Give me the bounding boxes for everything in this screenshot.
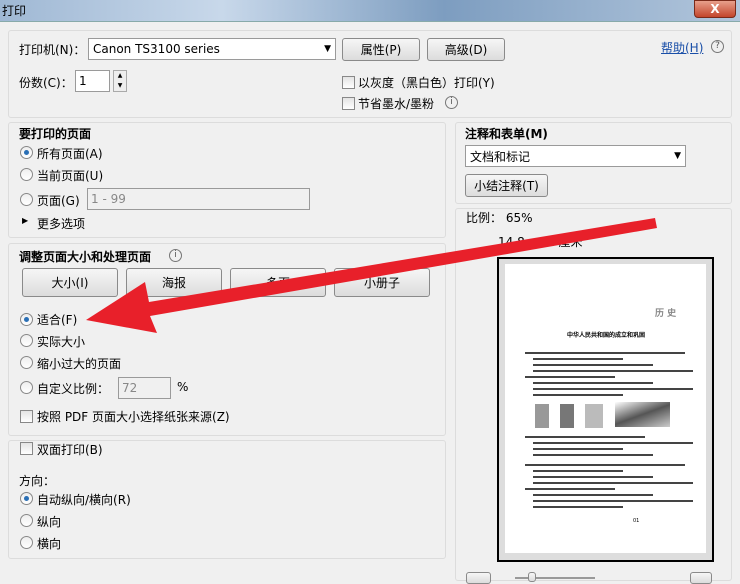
red-arrow-annotation <box>86 218 657 333</box>
arrow-shape <box>86 218 657 333</box>
